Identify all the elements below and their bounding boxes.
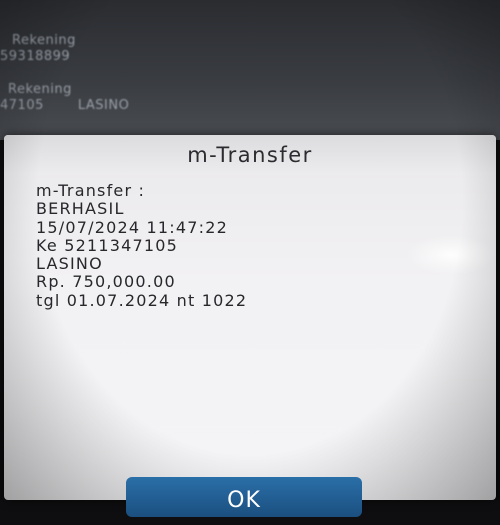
- background-screen: Rekening 59318899 Rekening 47105 LASINO: [0, 0, 500, 140]
- message-line-header: m-Transfer :: [36, 181, 146, 200]
- background-label-rekening: Rekening: [12, 33, 76, 48]
- background-account-number-2: 47105: [0, 98, 44, 113]
- message-line-recipient: LASINO: [36, 254, 103, 274]
- message-line-datetime: 15/07/2024 11:47:22: [36, 217, 228, 237]
- background-account-row: 47105 LASINO: [0, 98, 129, 113]
- dialog-message: m-Transfer : BERHASIL 15/07/2024 11:47:2…: [36, 181, 248, 310]
- result-dialog: m-Transfer m-Transfer : BERHASIL 15/07/2…: [4, 135, 496, 517]
- message-line-note: tgl 01.07.2024 nt 1022: [36, 290, 248, 310]
- background-account-number: 59318899: [0, 49, 71, 64]
- background-label-rekening-2: Rekening: [8, 82, 72, 97]
- message-line-status: BERHASIL: [36, 199, 125, 219]
- message-line-destination: Ke 5211347105: [36, 235, 179, 255]
- message-line-amount: Rp. 750,000.00: [36, 272, 176, 292]
- dialog-title: m-Transfer: [187, 143, 313, 167]
- background-account-name: LASINO: [77, 98, 130, 113]
- screen-glare: [406, 235, 496, 275]
- ok-button[interactable]: OK: [126, 477, 362, 517]
